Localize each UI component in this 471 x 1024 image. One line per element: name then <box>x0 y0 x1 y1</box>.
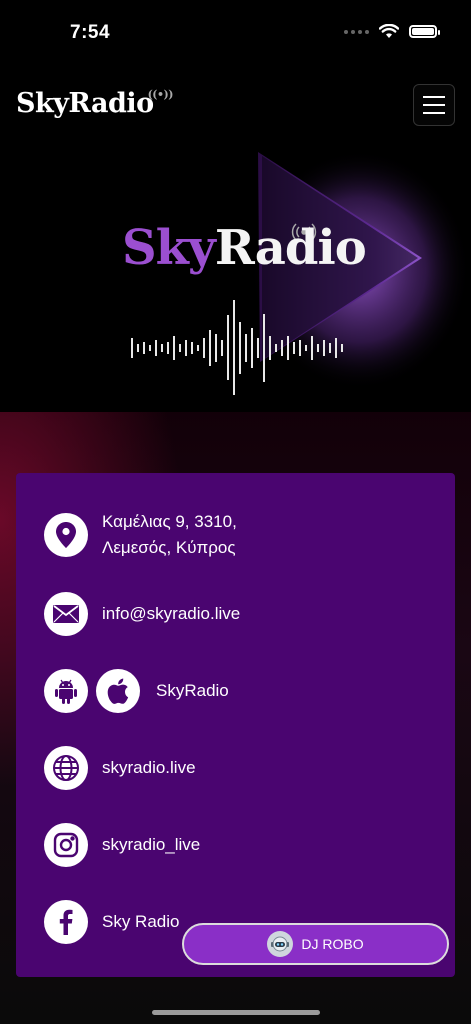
website-row[interactable]: skyradio.live <box>44 746 196 790</box>
dj-robo-label: DJ ROBO <box>301 936 364 952</box>
address-line1: Καμέλιας 9, 3310, <box>102 512 237 531</box>
status-icons <box>344 24 440 39</box>
hamburger-menu-button[interactable] <box>413 84 455 126</box>
facebook-link[interactable]: Sky Radio <box>102 909 179 935</box>
facebook-icon <box>44 900 88 944</box>
app-row: SkyRadio <box>44 669 229 713</box>
dj-robo-button[interactable]: DJ ROBO <box>182 923 449 965</box>
home-indicator[interactable] <box>152 1010 320 1015</box>
website-link[interactable]: skyradio.live <box>102 755 196 781</box>
wifi-icon <box>379 24 399 38</box>
app-label: SkyRadio <box>156 681 229 700</box>
contact-card: Καμέλιας 9, 3310, Λεμεσός, Κύπρος info@s… <box>16 473 455 977</box>
globe-icon <box>44 746 88 790</box>
hero-banner: SkyRadio <box>0 140 471 412</box>
robot-avatar-icon <box>267 931 294 957</box>
header-logo[interactable]: SkyRadio((•)) <box>16 88 173 119</box>
android-icon[interactable] <box>44 669 88 713</box>
header-logo-text: SkyRadio <box>16 88 154 119</box>
address-line2: Λεμεσός, Κύπρος <box>102 538 236 557</box>
envelope-icon <box>44 592 88 636</box>
facebook-row[interactable]: Sky Radio <box>44 900 179 944</box>
hero-graphic <box>131 150 470 395</box>
address-row: Καμέλιας 9, 3310, Λεμεσός, Κύπρος <box>44 509 237 561</box>
status-bar: 7:54 <box>0 0 471 60</box>
instagram-icon <box>44 823 88 867</box>
hero-logo-sky: Sky <box>122 220 216 276</box>
email-row[interactable]: info@skyradio.live <box>44 592 240 636</box>
apple-icon[interactable] <box>96 669 140 713</box>
hero-logo-radio: Radio <box>214 220 367 276</box>
hero-logo: SkyRadio <box>122 220 367 276</box>
instagram-row[interactable]: skyradio_live <box>44 823 200 867</box>
email-link[interactable]: info@skyradio.live <box>102 601 240 627</box>
battery-icon <box>409 25 440 38</box>
navbar: SkyRadio((•)) <box>0 78 471 134</box>
instagram-link[interactable]: skyradio_live <box>102 832 200 858</box>
location-pin-icon <box>44 513 88 557</box>
hamburger-menu-icon <box>423 96 445 98</box>
cellular-signal-icon <box>344 29 369 34</box>
status-time: 7:54 <box>70 22 111 43</box>
broadcast-icon: ((•)) <box>147 88 174 101</box>
